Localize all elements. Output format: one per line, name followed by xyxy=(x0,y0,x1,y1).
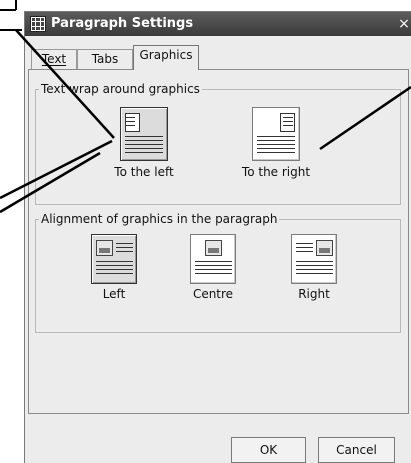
tab-tabs[interactable]: Tabs xyxy=(77,49,133,69)
align-left-icon[interactable] xyxy=(91,234,137,284)
wrap-group-title: Text wrap around graphics xyxy=(39,82,202,96)
align-right-label: Right xyxy=(298,287,330,301)
ok-button[interactable]: OK xyxy=(231,437,306,463)
tab-graphics[interactable]: Graphics xyxy=(133,45,199,70)
tab-text-label: Text xyxy=(41,52,67,66)
tab-graphics-label: Graphics xyxy=(139,48,193,62)
title-bar[interactable]: Paragraph Settings × xyxy=(25,12,411,36)
wrap-right-label: To the right xyxy=(241,165,311,179)
align-left-label: Left xyxy=(102,287,126,301)
wrap-right-icon[interactable] xyxy=(252,107,300,161)
tab-tabs-label: Tabs xyxy=(91,52,119,66)
align-centre-label: Centre xyxy=(192,287,234,301)
align-right-icon[interactable] xyxy=(291,234,337,284)
dialog-title: Paragraph Settings xyxy=(51,16,194,31)
tab-text[interactable]: Text xyxy=(31,49,77,69)
wrap-left-label: To the left xyxy=(114,165,174,179)
app-grid-icon xyxy=(30,16,46,32)
close-icon[interactable]: × xyxy=(395,15,411,33)
paragraph-settings-dialog: Paragraph Settings × Text Tabs Graphics … xyxy=(24,11,411,463)
align-centre-icon[interactable] xyxy=(190,234,236,284)
wrap-left-icon[interactable] xyxy=(120,107,168,161)
align-group-title: Alignment of graphics in the paragraph xyxy=(39,212,280,226)
wrap-group-box xyxy=(35,89,401,205)
cancel-button[interactable]: Cancel xyxy=(318,437,395,463)
